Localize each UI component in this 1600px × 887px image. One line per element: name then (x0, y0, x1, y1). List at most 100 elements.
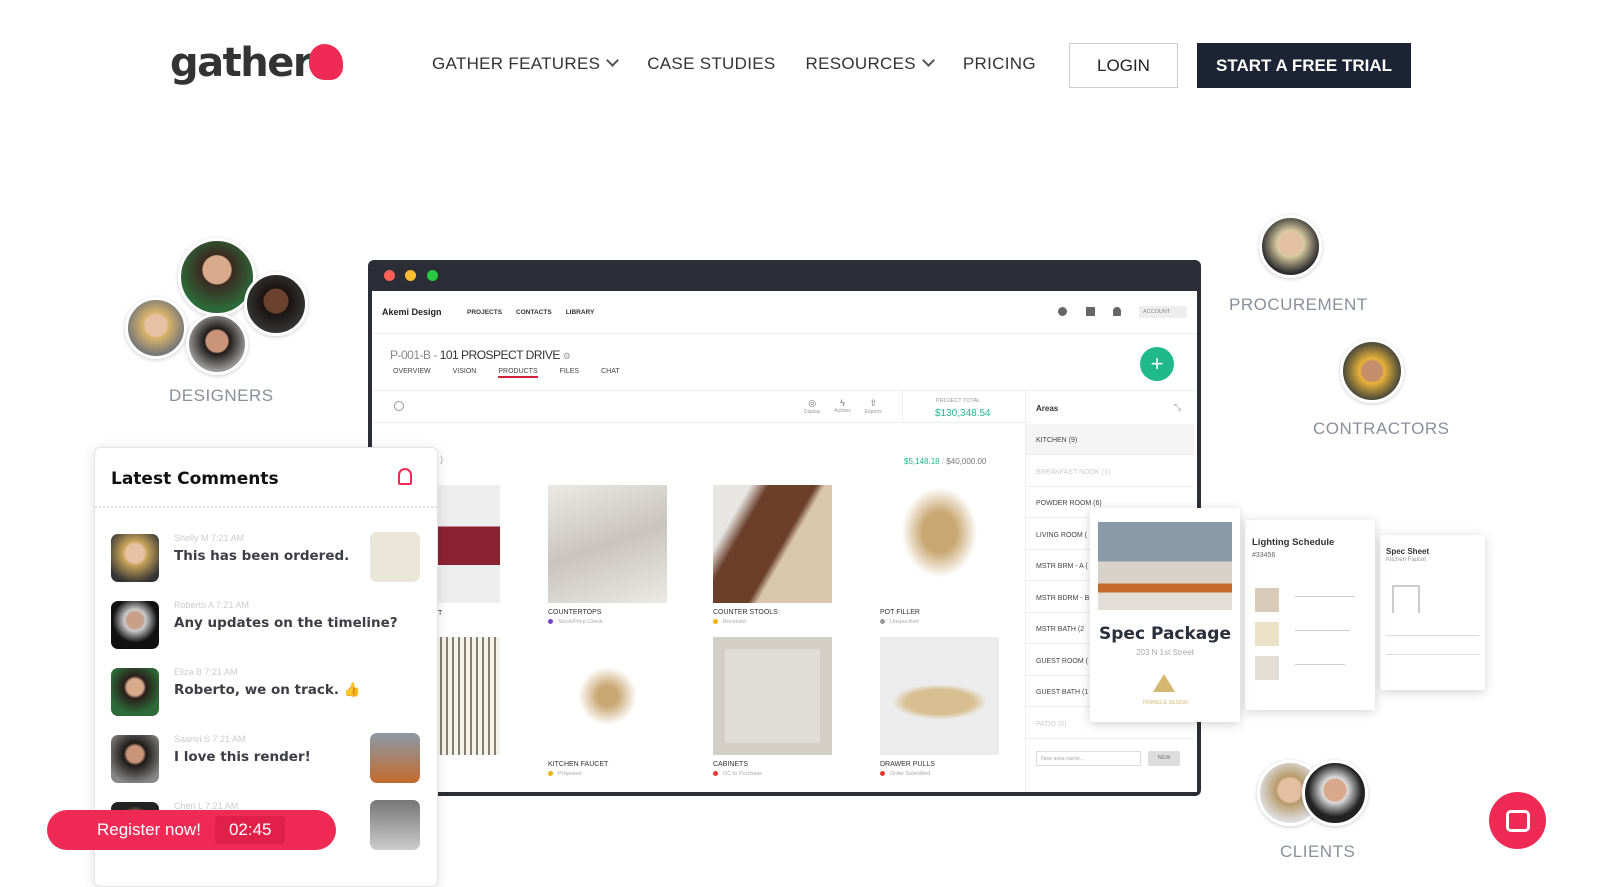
nav-pricing[interactable]: PRICING (963, 54, 1036, 74)
tab-vision[interactable]: VISION (453, 368, 477, 378)
comment-attachment-thumbnail[interactable] (370, 733, 420, 783)
product-name: COUNTER STOOLS (713, 609, 778, 616)
chat-icon (1505, 809, 1530, 832)
designer-avatar (244, 272, 308, 336)
comment-attachment-thumbnail[interactable] (370, 800, 420, 850)
settings-icon[interactable]: ⚙ (563, 351, 571, 361)
product-status: Unspecified (880, 619, 919, 625)
triangle-logo-icon (1153, 674, 1175, 692)
product-image-kitchen-faucet[interactable] (548, 637, 667, 755)
areas-title: Areas (1036, 404, 1059, 413)
nav-gather-features[interactable]: GATHER FEATURES (432, 54, 620, 74)
status-dot (880, 619, 885, 624)
area-item[interactable]: BREAKFAST NOOK (1) (1026, 456, 1194, 487)
product-image-pot-filler[interactable] (880, 485, 999, 603)
app-window: Akemi Design PROJECTS CONTACTS LIBRARY A… (368, 260, 1201, 796)
product-name: DRAWER PULLS (880, 761, 935, 768)
minimize-window-icon[interactable] (405, 270, 416, 281)
product-image-countertops[interactable] (548, 485, 667, 603)
comment-author-time: Shelly M 7:21 AM (174, 533, 245, 543)
nav-resources[interactable]: RESOURCES (806, 54, 935, 74)
product-status: Stock/Price Check (548, 619, 603, 625)
tab-chat[interactable]: CHAT (601, 368, 620, 378)
exports-button[interactable]: ⇧ Exports (865, 398, 882, 415)
comment-text: This has been ordered. (174, 548, 350, 564)
comments-title: Latest Comments (111, 469, 279, 489)
help-icon[interactable] (1058, 307, 1067, 316)
app-nav-library[interactable]: LIBRARY (566, 309, 595, 316)
app-content: Akemi Design PROJECTS CONTACTS LIBRARY A… (372, 291, 1197, 792)
search-icon[interactable] (394, 401, 404, 411)
commenter-avatar (111, 601, 159, 649)
comment-text: Any updates on the timeline? (174, 615, 398, 631)
tab-overview[interactable]: OVERVIEW (393, 368, 431, 378)
render-image (1098, 522, 1232, 610)
product-status: Order Submitted (880, 771, 930, 777)
comment-text: Roberto, we on track. 👍 (174, 682, 361, 698)
procurement-label: PROCUREMENT (1229, 295, 1368, 314)
bell-icon[interactable] (398, 468, 412, 485)
chevron-down-icon (606, 54, 620, 67)
commenter-avatar (111, 534, 159, 582)
designer-avatar (125, 297, 187, 359)
faucet-image (1392, 585, 1420, 613)
contractors-label: CONTRACTORS (1313, 419, 1450, 438)
comment-author-time: Roberto A 7:21 AM (174, 600, 250, 610)
account-dropdown[interactable]: ACCOUNT (1139, 306, 1187, 318)
procurement-avatar (1259, 215, 1322, 278)
gift-icon[interactable] (1086, 307, 1095, 316)
status-dot (713, 771, 718, 776)
export-icon: ⇧ (869, 398, 878, 408)
status-dot (548, 619, 553, 624)
actions-button[interactable]: ϟ Actions (834, 398, 850, 415)
chat-launcher-button[interactable] (1489, 792, 1546, 849)
app-nav-contacts[interactable]: CONTACTS (516, 309, 552, 316)
spec-sheet-card[interactable]: Spec Sheet Kitchen Faucet (1380, 535, 1485, 690)
tab-products[interactable]: PRODUCTS (498, 368, 538, 378)
comment-author-time: Saanvi S 7:21 AM (174, 734, 246, 744)
fixture-image (1255, 622, 1279, 646)
product-name: CABINETS (713, 761, 749, 768)
project-title: P-001-B - 101 PROSPECT DRIVE ⚙ (390, 348, 571, 362)
main-nav: GATHER FEATURES CASE STUDIES RESOURCES P… (432, 54, 1036, 74)
project-total-label: PROJECT TOTAL (936, 398, 981, 404)
status-dot (880, 771, 885, 776)
client-avatar (1302, 760, 1368, 826)
register-now-button[interactable]: Register now! 02:45 (47, 810, 336, 850)
display-button[interactable]: ◎ Display (804, 398, 820, 415)
designer-avatar (186, 313, 248, 375)
collapse-icon[interactable]: ⤡ (1174, 402, 1181, 413)
lighting-schedule-card[interactable]: Lighting Schedule #33456 (1245, 520, 1375, 710)
maximize-window-icon[interactable] (427, 270, 438, 281)
squirrel-icon (309, 44, 344, 80)
bell-icon[interactable] (1113, 307, 1121, 316)
status-dot (713, 619, 718, 624)
area-item[interactable]: KITCHEN (9) (1026, 424, 1194, 455)
comment-author-time: Eliza B 7:21 AM (174, 667, 238, 677)
new-area-input[interactable]: New area name... (1036, 751, 1141, 766)
start-trial-button[interactable]: START A FREE TRIAL (1197, 43, 1411, 88)
new-area-button[interactable]: NEW (1148, 751, 1180, 766)
spec-package-card[interactable]: Spec Package 203 N 1st Street TRIANGLE D… (1090, 508, 1240, 722)
login-button[interactable]: LOGIN (1069, 43, 1178, 88)
nav-case-studies[interactable]: CASE STUDIES (647, 54, 775, 74)
project-total-value: $130,348.54 (935, 408, 991, 419)
app-nav-projects[interactable]: PROJECTS (467, 309, 502, 316)
add-button[interactable]: + (1140, 347, 1174, 381)
commenter-avatar (111, 735, 159, 783)
budget-spent: $5,148.18 (904, 457, 940, 466)
budget-total: $40,000.00 (946, 457, 987, 466)
gather-logo[interactable]: gather (170, 40, 344, 86)
chevron-down-icon (922, 54, 935, 67)
product-image-cabinets[interactable] (713, 637, 832, 755)
lightning-icon: ϟ (840, 398, 845, 408)
tab-files[interactable]: FILES (560, 368, 579, 378)
product-name: KITCHEN FAUCET (548, 761, 609, 768)
product-name: COUNTERTOPS (548, 609, 602, 616)
product-image-drawer-pulls[interactable] (880, 637, 999, 755)
product-status: Proposed (548, 771, 582, 777)
product-image-counter-stools[interactable] (713, 485, 832, 603)
close-window-icon[interactable] (384, 270, 395, 281)
fixture-image (1255, 588, 1279, 612)
comment-attachment-thumbnail[interactable] (370, 532, 420, 582)
